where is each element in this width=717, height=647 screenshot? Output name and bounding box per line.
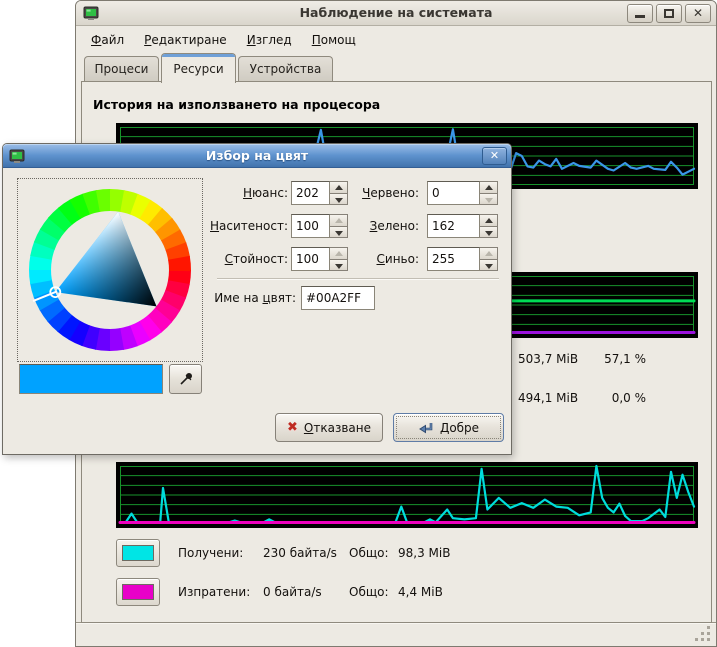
close-icon: ✕ (686, 6, 710, 20)
swap-used-percent: 0,0 % (556, 391, 646, 405)
sent-total-label: Общо: (349, 585, 389, 599)
green-spin-down[interactable] (480, 227, 498, 239)
saturation-label: Наситеност: (173, 219, 288, 233)
blue-spin-down[interactable] (480, 260, 498, 272)
screen: Наблюдение на системата ✕ Файл Редактира… (0, 0, 717, 647)
separator (217, 278, 499, 280)
memory-used-percent: 57,1 % (556, 352, 646, 366)
red-spin-down[interactable] (480, 194, 498, 206)
menu-view[interactable]: Изглед (241, 30, 298, 50)
statusbar (76, 622, 716, 646)
minimize-button[interactable] (627, 4, 653, 23)
received-total-label: Общо: (349, 546, 389, 560)
spin-up-icon (485, 218, 493, 223)
blue-input[interactable] (427, 247, 480, 271)
spin-down-icon (485, 264, 493, 269)
color-name-input[interactable] (301, 286, 375, 310)
value-label: Стойност: (173, 252, 288, 266)
dialog-titlebar[interactable]: Избор на цвят ✕ (3, 144, 511, 168)
sent-total: 4,4 MiB (398, 585, 443, 599)
menu-help[interactable]: Помощ (306, 30, 362, 50)
spin-up-icon (485, 251, 493, 256)
tab-devices[interactable]: Устройства (238, 56, 333, 82)
tab-processes[interactable]: Процеси (84, 56, 159, 82)
received-color-swatch (122, 545, 154, 561)
hue-label: Нюанс: (173, 186, 288, 200)
sent-rate: 0 байта/s (263, 585, 322, 599)
received-color-button[interactable] (116, 539, 160, 567)
dialog-close-button[interactable]: ✕ (482, 147, 507, 165)
color-preview-swatch (19, 364, 163, 394)
green-spin-up[interactable] (480, 214, 498, 227)
blue-label: Синьо: (313, 252, 419, 266)
window-title: Наблюдение на системата (76, 5, 716, 20)
received-label: Получени: (178, 546, 243, 560)
cancel-button-label: Отказване (304, 421, 371, 435)
cancel-button[interactable]: ✖ Отказване (275, 413, 383, 442)
minimize-icon (635, 15, 645, 18)
blue-stepper (480, 247, 498, 271)
maximize-icon (664, 9, 674, 18)
menu-file[interactable]: Файл (85, 30, 130, 50)
green-stepper (480, 214, 498, 238)
red-label: Червено: (313, 186, 419, 200)
green-input[interactable] (427, 214, 480, 238)
red-spin-up[interactable] (480, 181, 498, 194)
spin-up-icon (485, 185, 493, 190)
received-total: 98,3 MiB (398, 546, 450, 560)
red-input[interactable] (427, 181, 480, 205)
menu-edit[interactable]: Редактиране (138, 30, 233, 50)
ok-button-label: Добре (440, 421, 479, 435)
close-button[interactable]: ✕ (685, 4, 711, 23)
hue-ring-and-hsv-triangle[interactable] (19, 180, 201, 360)
ok-enter-arrow-icon (418, 421, 434, 435)
network-history-chart (116, 462, 698, 528)
red-stepper (480, 181, 498, 205)
green-label: Зелено: (313, 219, 419, 233)
ok-button[interactable]: Добре (393, 413, 504, 442)
spin-down-icon (485, 198, 493, 203)
color-wheel[interactable] (17, 178, 203, 362)
sent-label: Изпратени: (178, 585, 250, 599)
sent-color-swatch (122, 584, 154, 600)
dialog-title: Избор на цвят (3, 148, 511, 163)
window-controls: ✕ (627, 4, 711, 23)
blue-spin-up[interactable] (480, 247, 498, 260)
sent-color-button[interactable] (116, 578, 160, 606)
color-picker-dialog: Избор на цвят ✕ Нюанс: Наситеност: С (2, 143, 512, 455)
tab-resources[interactable]: Ресурси (161, 53, 236, 83)
main-titlebar[interactable]: Наблюдение на системата ✕ (76, 1, 716, 26)
tab-bar: Процеси Ресурси Устройства (76, 53, 716, 82)
cancel-icon: ✖ (287, 420, 298, 435)
color-name-label: Име на цвят: (163, 291, 296, 305)
spin-down-icon (485, 231, 493, 236)
eyedropper-button[interactable] (169, 364, 202, 394)
maximize-button[interactable] (656, 4, 682, 23)
eyedropper-icon (178, 371, 194, 387)
cpu-section-title: История на използването на процесора (93, 97, 380, 112)
received-rate: 230 байта/s (263, 546, 337, 560)
resize-grip[interactable] (707, 638, 710, 641)
dialog-close-icon: ✕ (483, 149, 506, 162)
menubar: Файл Редактиране Изглед Помощ (76, 27, 716, 53)
